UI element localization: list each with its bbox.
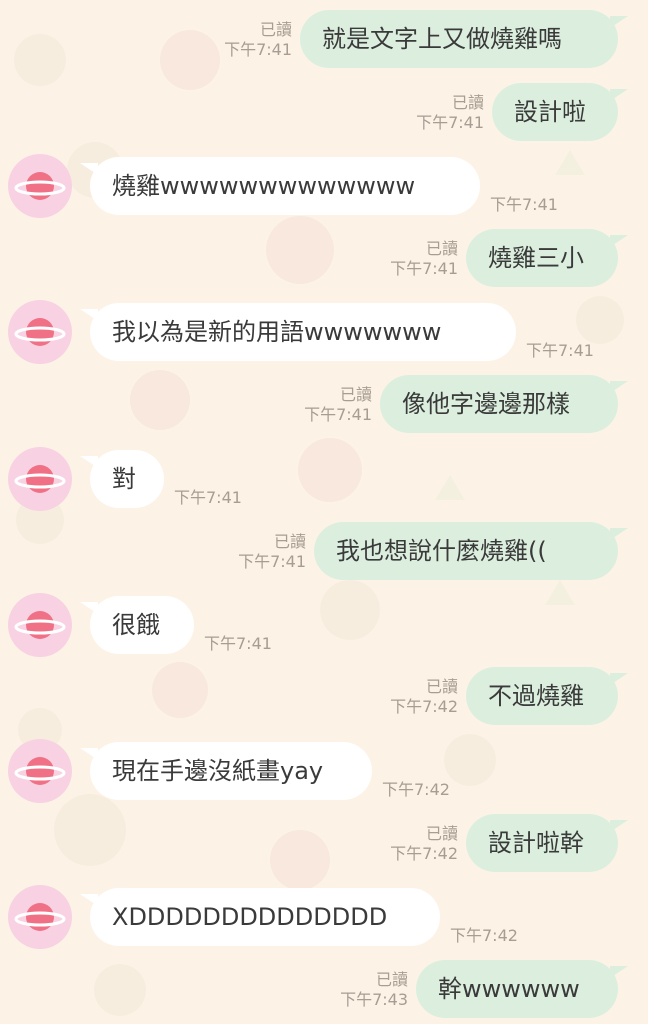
message-time: 下午7:41 [526, 341, 594, 360]
message-meta: 已讀 下午7:41 [416, 93, 484, 133]
read-receipt: 已讀 [425, 677, 458, 696]
message-time: 下午7:42 [450, 926, 518, 945]
planet-icon [8, 885, 72, 949]
message-row: 設計啦 已讀 下午7:41 [0, 83, 648, 147]
contact-avatar[interactable] [8, 300, 72, 364]
message-row: 我也想說什麼燒雞((已讀 下午7:41 [0, 522, 648, 586]
message-time: 下午7:41 [416, 113, 484, 132]
planet-icon [8, 593, 72, 657]
planet-icon [8, 739, 72, 803]
contact-avatar[interactable] [8, 154, 72, 218]
received-message-bubble[interactable]: 很餓 [80, 596, 194, 654]
message-time: 下午7:43 [340, 990, 408, 1009]
received-message-bubble[interactable]: 對 [80, 450, 164, 508]
message-time: 下午7:42 [390, 844, 458, 863]
read-receipt: 已讀 [259, 20, 292, 39]
sent-message-bubble[interactable]: 幹wwwwww [416, 960, 628, 1018]
message-row: 設計啦幹 已讀 下午7:42 [0, 814, 648, 878]
received-message-bubble[interactable]: XDDDDDDDDDDDDDD [80, 888, 440, 946]
contact-avatar[interactable] [8, 447, 72, 511]
message-meta: 已讀 下午7:41 [304, 385, 372, 425]
message-time: 下午7:41 [224, 40, 292, 59]
sent-message-bubble[interactable]: 不過燒雞 [466, 667, 628, 725]
message-row: 像他字邊邊那樣 已讀 下午7:41 [0, 375, 648, 439]
message-time: 下午7:42 [390, 697, 458, 716]
sent-message-bubble[interactable]: 燒雞三小 [466, 229, 628, 287]
message-row: 幹wwwwww 已讀 下午7:43 [0, 960, 648, 1024]
message-meta: 已讀 下午7:42 [390, 824, 458, 864]
contact-avatar[interactable] [8, 885, 72, 949]
received-message-bubble[interactable]: 現在手邊沒紙畫yay [80, 742, 372, 800]
message-row: 燒雞三小 已讀 下午7:41 [0, 229, 648, 293]
message-time: 下午7:41 [174, 488, 242, 507]
sent-message-bubble[interactable]: 就是文字上又做燒雞嗎 [300, 10, 628, 68]
planet-icon [8, 154, 72, 218]
sent-message-bubble[interactable]: 我也想說什麼燒雞(( [314, 522, 628, 580]
message-row: 很餓 下午7:41 [0, 593, 648, 660]
message-meta: 已讀 下午7:41 [238, 532, 306, 572]
message-meta: 已讀 下午7:41 [224, 20, 292, 60]
read-receipt: 已讀 [425, 824, 458, 843]
message-time: 下午7:41 [238, 552, 306, 571]
read-receipt: 已讀 [273, 532, 306, 551]
message-row: 現在手邊沒紙畫yay 下午7:42 [0, 739, 648, 806]
message-row: XDDDDDDDDDDDDDD 下午7:42 [0, 885, 648, 952]
read-receipt: 已讀 [451, 93, 484, 112]
message-row: 我以為是新的用語wwwwwww 下午7:41 [0, 300, 648, 367]
message-time: 下午7:41 [204, 634, 272, 653]
read-receipt: 已讀 [425, 239, 458, 258]
received-message-bubble[interactable]: 我以為是新的用語wwwwwww [80, 303, 516, 361]
message-time: 下午7:41 [304, 405, 372, 424]
contact-avatar[interactable] [8, 593, 72, 657]
read-receipt: 已讀 [375, 970, 408, 989]
message-time: 下午7:42 [382, 780, 450, 799]
message-meta: 已讀 下午7:42 [390, 677, 458, 717]
message-row: 不過燒雞 已讀 下午7:42 [0, 667, 648, 731]
message-time: 下午7:41 [390, 259, 458, 278]
sent-message-bubble[interactable]: 設計啦 [492, 83, 628, 141]
sent-message-bubble[interactable]: 設計啦幹 [466, 814, 628, 872]
planet-icon [8, 300, 72, 364]
message-row: 燒雞wwwwwwwwwwwww 下午7:41 [0, 154, 648, 221]
message-row: 對下午7:41 [0, 447, 648, 514]
sent-message-bubble[interactable]: 像他字邊邊那樣 [380, 375, 628, 433]
message-meta: 已讀 下午7:41 [390, 239, 458, 279]
read-receipt: 已讀 [339, 385, 372, 404]
message-row: 就是文字上又做燒雞嗎 已讀 下午7:41 [0, 10, 648, 74]
message-meta: 已讀 下午7:43 [340, 970, 408, 1010]
planet-icon [8, 447, 72, 511]
message-time: 下午7:41 [490, 195, 558, 214]
chat-message-list[interactable]: 就是文字上又做燒雞嗎 已讀 下午7:41 設計啦 已讀 下午7:41 燒雞wwwwwwwww… [0, 0, 648, 1024]
contact-avatar[interactable] [8, 739, 72, 803]
received-message-bubble[interactable]: 燒雞wwwwwwwwwwwww [80, 157, 480, 215]
